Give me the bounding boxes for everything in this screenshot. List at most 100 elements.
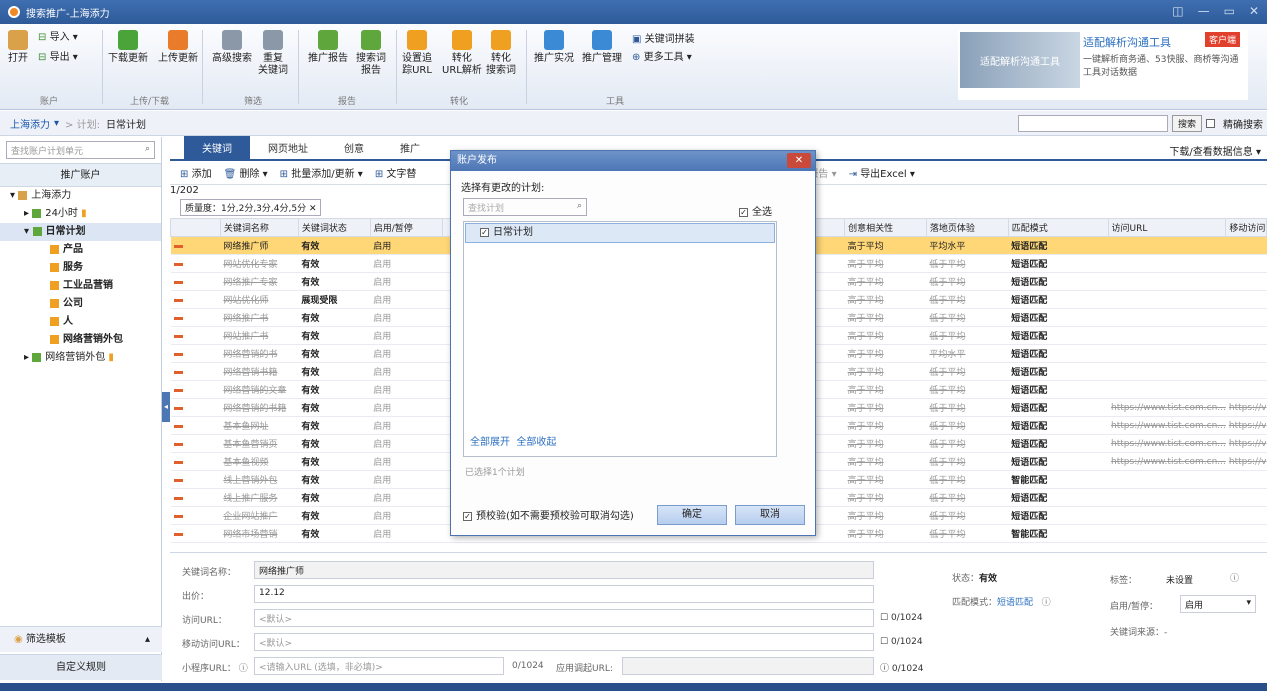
search-term-report-button[interactable]: 搜索词 报告 (356, 30, 386, 77)
tree-unit-industrial[interactable]: 工业品营销 (0, 277, 161, 295)
top-search-input[interactable] (1017, 115, 1168, 132)
add-button[interactable]: ⊞ 添加 (180, 165, 212, 180)
expand-all-link[interactable]: 全部展开 (470, 437, 510, 448)
precheck-checkbox[interactable]: ✓ 预校验(如不需要预校验可取消勾选) (463, 507, 634, 522)
ad-heading[interactable]: 适配解析沟通工具 (1083, 34, 1171, 50)
tab-creatives[interactable]: 创意 (326, 136, 382, 159)
promo-live-button[interactable]: 推广实况 (534, 30, 574, 65)
col-select[interactable] (170, 218, 221, 237)
maximize-button[interactable]: ▭ (1224, 4, 1235, 18)
col-url[interactable]: 访问URL (1107, 218, 1227, 237)
col-landing[interactable]: 落地页体验 (925, 218, 1009, 237)
col-status[interactable]: 关键词状态 (297, 218, 371, 237)
set-tracking-url-button[interactable]: 设置追 踪URL (402, 30, 432, 77)
breadcrumb-separator: > 计划: (65, 119, 100, 131)
app-url-count: ⓘ 0/1024 (880, 664, 924, 674)
table-cell: 展现受限 (298, 290, 371, 309)
tree-plan-24h[interactable]: ▸ 24小时 ▮ (0, 205, 161, 223)
export-excel-button[interactable]: ⇥ 导出Excel ▾ (849, 165, 915, 180)
conversion-search-term-button[interactable]: 转化 搜索词 (486, 30, 516, 77)
tree-unit-company[interactable]: 公司 (0, 295, 161, 313)
promo-report-button[interactable]: 推广报告 (308, 30, 348, 65)
tree-unit-service[interactable]: 服务 (0, 259, 161, 277)
exact-search-checkbox[interactable] (1206, 119, 1215, 128)
promo-manage-button[interactable]: 推广管理 (582, 30, 622, 65)
more-tools-button[interactable]: ⊕ 更多工具 ▾ (632, 52, 692, 64)
publish-dialog: 账户发布 ✕ 选择有更改的计划: 查找计划 ⌕ ✓ 全选 ✓ 日常计划 全部展开 全部… (450, 150, 816, 536)
download-update-button[interactable]: 下载更新 (108, 30, 148, 65)
breadcrumb-plan[interactable]: 日常计划 (106, 116, 146, 131)
ad-banner[interactable]: 适配解析沟通工具 适配解析沟通工具 客户端 一键解析商务通、53快服、商桥等沟通… (958, 30, 1248, 100)
row-status-icon (173, 352, 183, 356)
row-status-icon (173, 316, 183, 320)
kw-name-field[interactable]: 网络推广师 (254, 561, 874, 579)
open-button[interactable]: 打开 (8, 30, 28, 65)
tree-plan-daily[interactable]: ▾ 日常计划 (0, 223, 161, 241)
table-cell: 短语匹配 (1008, 398, 1109, 417)
filter-template-bar[interactable]: ◉ 筛选模板 ▴ (0, 626, 162, 652)
plan-search-input[interactable]: 查找账户计划单元 ⌕ (6, 141, 155, 159)
export-button[interactable]: ⊟ 导出 ▾ (38, 52, 78, 64)
pause-select[interactable]: 启用 ▾ (1180, 595, 1256, 613)
table-cell: 低于平均 (926, 506, 1009, 525)
top-search-button[interactable]: 搜索 (1171, 115, 1202, 132)
table-cell (170, 236, 221, 255)
mini-url-field[interactable]: <请输入URL (选填，非必填)> (254, 657, 504, 675)
table-cell: 启用 (370, 416, 442, 435)
breadcrumb-account[interactable]: 上海添力 (10, 116, 50, 131)
tab-urls[interactable]: 网页地址 (250, 136, 326, 159)
tree-account[interactable]: ▾ 上海添力 (0, 187, 161, 205)
col-relevance[interactable]: 创意相关性 (844, 218, 927, 237)
tree-unit-product[interactable]: 产品 (0, 241, 161, 259)
tree-unit-person[interactable]: 人 (0, 313, 161, 331)
close-button[interactable]: ✕ (1249, 4, 1259, 18)
conversion-url-button[interactable]: 转化 URL解析 (442, 30, 482, 77)
custom-rules-bar[interactable]: 自定义规则 (0, 654, 162, 680)
download-data-link[interactable]: 下载/查看数据信息 ▾ (1169, 143, 1261, 158)
table-cell: 短语匹配 (1008, 326, 1109, 345)
plan-search-field[interactable]: 查找计划 ⌕ (463, 198, 587, 216)
help-icon[interactable]: ⓘ (1230, 571, 1239, 584)
tag-value[interactable]: 未设置 (1166, 573, 1193, 586)
tree-unit-outsource[interactable]: 网络营销外包 (0, 331, 161, 349)
text-replace-button[interactable]: ⊞ 文字替 (375, 165, 417, 180)
minimize-button[interactable]: — (1198, 4, 1210, 18)
mobile-url-field[interactable]: <默认> (254, 633, 874, 651)
tree-plan-outsource[interactable]: ▸ 网络营销外包 ▮ (0, 349, 161, 367)
table-cell: https://v (1225, 434, 1267, 453)
keyword-assemble-button[interactable]: ▣ 关键词拼装 (632, 34, 695, 46)
collapse-panel-handle[interactable]: ◂ (162, 392, 170, 422)
col-enabled[interactable]: 启用/暂停 (369, 218, 443, 237)
skin-icon[interactable]: ◫ (1172, 4, 1183, 18)
col-mobile-url[interactable]: 移动访问 (1225, 218, 1267, 237)
batch-add-button[interactable]: ⊞ 批量添加/更新 ▾ (280, 165, 363, 180)
tab-keywords[interactable]: 关键词 (184, 136, 250, 159)
plan-item[interactable]: ✓ 日常计划 (465, 223, 775, 243)
dialog-close-button[interactable]: ✕ (787, 153, 811, 168)
import-button[interactable]: ⊟ 导入 ▾ (38, 32, 78, 44)
url-field[interactable]: <默认> (254, 609, 874, 627)
upload-update-button[interactable]: 上传更新 (158, 30, 198, 65)
group-filter: 筛选 (244, 97, 263, 107)
col-keyword[interactable]: 关键词名称 (219, 218, 299, 237)
advanced-search-button[interactable]: 高级搜索 (212, 30, 252, 65)
table-cell: 启用 (370, 326, 442, 345)
row-status-icon (173, 406, 183, 410)
duplicate-keyword-button[interactable]: 重复 关键词 (258, 30, 288, 77)
price-field[interactable]: 12.12 (254, 585, 874, 603)
select-all-checkbox[interactable]: ✓ 全选 (739, 203, 772, 218)
account-dropdown-icon[interactable]: ▾ (54, 118, 59, 129)
tab-promo[interactable]: 推广 (382, 136, 438, 159)
table-cell: 短语匹配 (1008, 434, 1109, 453)
table-cell (170, 344, 221, 363)
table-cell: 网络推广师 (220, 236, 299, 255)
col-match[interactable]: 匹配模式 (1007, 218, 1109, 237)
table-cell: 线上营销外包 (220, 470, 299, 489)
app-url-field[interactable] (622, 657, 874, 675)
delete-button[interactable]: 🗑 删除 ▾ (224, 165, 268, 180)
table-cell: 有效 (298, 344, 371, 363)
ok-button[interactable]: 确定 (657, 505, 727, 525)
collapse-all-link[interactable]: 全部收起 (516, 437, 556, 448)
filter-chip[interactable]: 质量度：1分,2分,3分,4分,5分 ✕ (180, 198, 322, 216)
cancel-button[interactable]: 取消 (735, 505, 805, 525)
